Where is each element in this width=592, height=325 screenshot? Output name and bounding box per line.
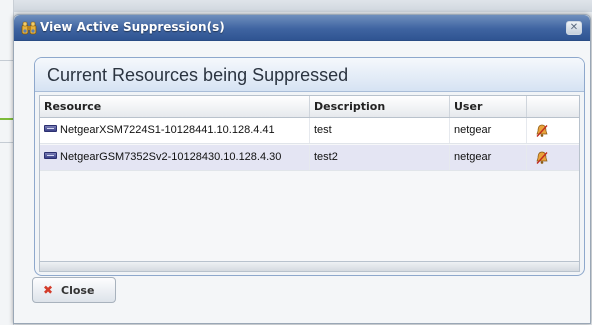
dialog-titlebar[interactable]: View Active Suppression(s) ✕ — [14, 15, 590, 41]
column-header-actions[interactable] — [527, 96, 581, 117]
close-button-label: Close — [61, 284, 95, 297]
table-row[interactable]: NetgearXSM7224S1-10128441.10.128.4.41 te… — [40, 118, 579, 144]
close-button[interactable]: ✖ Close — [32, 277, 116, 303]
resource-name: NetgearGSM7352Sv2-10128430.10.128.4.30 — [60, 151, 282, 163]
suppressed-resources-panel: Current Resources being Suppressed Resou… — [34, 57, 585, 276]
background-divider — [0, 60, 13, 61]
view-active-suppressions-dialog: View Active Suppression(s) ✕ Current Res… — [13, 14, 591, 324]
binoculars-icon — [21, 21, 37, 35]
description-cell: test — [310, 118, 450, 143]
table-header: Resource Description User — [40, 96, 579, 118]
user-cell: netgear — [450, 145, 527, 170]
panel-title: Current Resources being Suppressed — [47, 65, 349, 85]
user-cell: netgear — [450, 118, 527, 143]
background-app-sidebar — [0, 0, 14, 325]
resource-cell: NetgearXSM7224S1-10128441.10.128.4.41 — [40, 118, 310, 143]
device-icon — [44, 152, 57, 160]
background-green-band — [0, 118, 13, 120]
table-row[interactable]: NetgearGSM7352Sv2-10128430.10.128.4.30 t… — [40, 145, 579, 171]
resource-name: NetgearXSM7224S1-10128441.10.128.4.41 — [60, 124, 275, 136]
background-divider — [0, 142, 13, 143]
panel-header: Current Resources being Suppressed — [35, 58, 584, 92]
action-cell — [527, 145, 581, 170]
suppression-table: Resource Description User NetgearXSM7224… — [39, 95, 580, 262]
resource-cell: NetgearGSM7352Sv2-10128430.10.128.4.30 — [40, 145, 310, 170]
column-header-resource[interactable]: Resource — [40, 96, 310, 117]
column-header-description[interactable]: Description — [310, 96, 450, 117]
suppression-bell-icon[interactable] — [535, 151, 549, 165]
column-header-user[interactable]: User — [450, 96, 527, 117]
device-icon — [44, 125, 57, 133]
table-footer-bar — [39, 262, 580, 272]
close-x-icon: ✖ — [43, 283, 54, 297]
description-cell: test2 — [310, 145, 450, 170]
close-icon[interactable]: ✕ — [566, 21, 582, 35]
action-cell — [527, 118, 581, 143]
dialog-title: View Active Suppression(s) — [40, 20, 225, 34]
suppression-bell-icon[interactable] — [535, 124, 549, 138]
background-app-header — [14, 0, 592, 12]
